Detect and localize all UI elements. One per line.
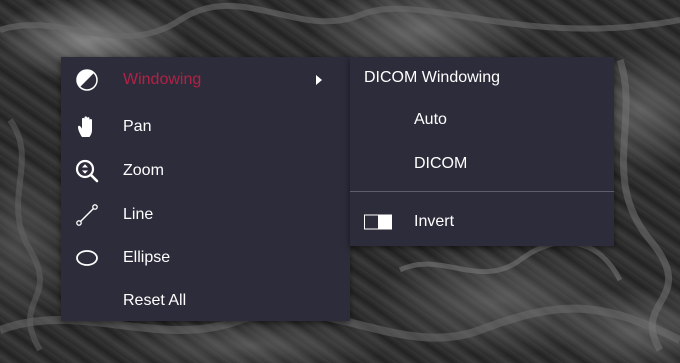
contrast-icon (75, 68, 99, 92)
submenu-item-auto[interactable]: Auto (350, 100, 614, 140)
menu-item-label: Zoom (123, 161, 164, 179)
menu-item-zoom[interactable]: Zoom (61, 149, 350, 192)
hand-icon (75, 115, 99, 139)
menu-item-line[interactable]: Line (61, 193, 350, 236)
menu-item-label: Ellipse (123, 248, 171, 266)
submenu-item-dicom[interactable]: DICOM (350, 144, 614, 184)
context-menu: Windowing Pan Zoom Line Ellipse Reset Al… (61, 57, 350, 321)
line-icon (75, 203, 99, 227)
menu-item-reset-all[interactable]: Reset All (61, 279, 350, 322)
toggle-icon (364, 214, 392, 230)
submenu-item-label: DICOM (414, 155, 468, 172)
windowing-submenu: DICOM Windowing Auto DICOM Invert (350, 57, 614, 246)
menu-item-windowing[interactable]: Windowing (61, 58, 350, 101)
zoom-icon (75, 159, 99, 183)
menu-item-label: Line (123, 205, 154, 223)
menu-item-ellipse[interactable]: Ellipse (61, 236, 350, 279)
submenu-item-label: Invert (414, 213, 455, 230)
submenu-header: DICOM Windowing (364, 69, 501, 86)
submenu-arrow-icon (316, 74, 322, 85)
submenu-item-label: Auto (414, 111, 447, 128)
menu-item-label: Windowing (123, 70, 202, 88)
submenu-item-invert[interactable]: Invert (350, 202, 614, 242)
submenu-divider (350, 191, 614, 192)
menu-item-label: Pan (123, 117, 152, 135)
menu-item-label: Reset All (123, 291, 187, 309)
ellipse-icon (75, 246, 99, 270)
menu-item-pan[interactable]: Pan (61, 105, 350, 148)
